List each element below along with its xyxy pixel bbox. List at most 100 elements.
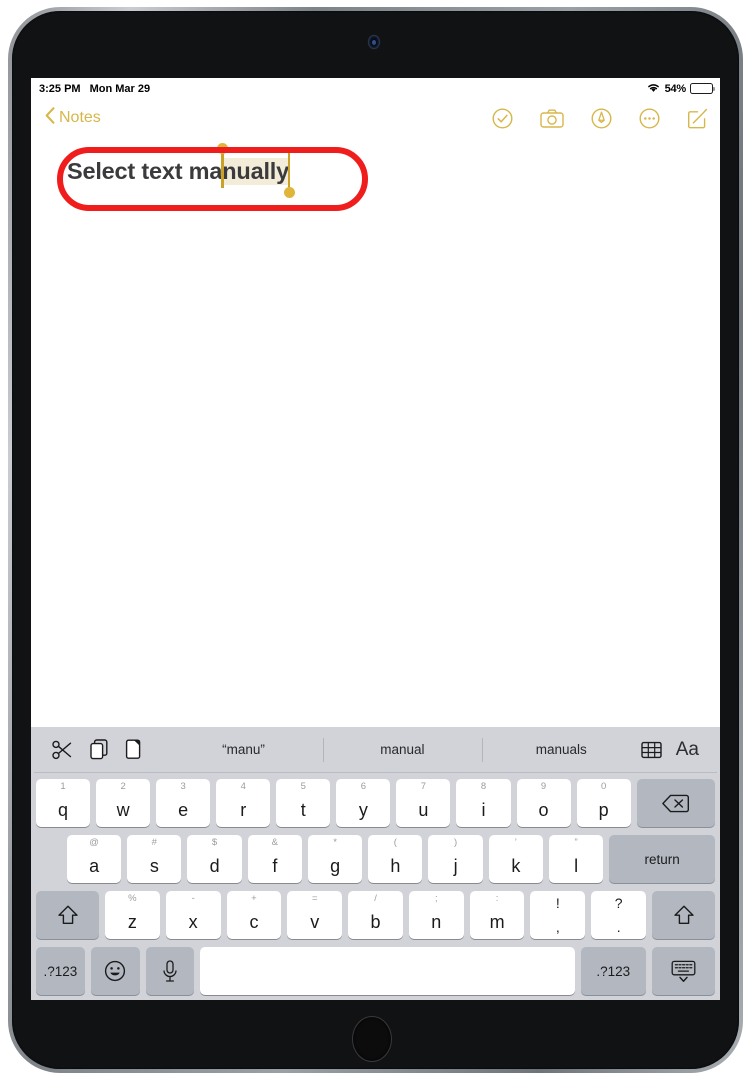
- markup-pen-circle-icon[interactable]: [591, 107, 612, 129]
- key-exclam-comma[interactable]: !,: [530, 891, 586, 939]
- backspace-icon: [662, 794, 690, 813]
- compose-icon[interactable]: [687, 108, 708, 129]
- key-f[interactable]: & f: [247, 835, 302, 883]
- key-p-label: p: [598, 800, 609, 820]
- key-n[interactable]: ; n: [408, 891, 464, 939]
- battery-percent: 54%: [664, 82, 687, 95]
- key-u-alt: 7: [420, 781, 427, 792]
- ipad-screen: 3:25 PM Mon Mar 29 54% Notes Select text…: [31, 78, 720, 1000]
- key-l-alt: ”: [574, 837, 578, 848]
- key-l[interactable]: ” l: [548, 835, 604, 883]
- key-r[interactable]: 4r: [216, 779, 271, 827]
- key-t[interactable]: 5t: [276, 779, 331, 827]
- key-shift-right[interactable]: [652, 891, 716, 939]
- suggestion-2[interactable]: manuals: [481, 727, 641, 773]
- key-s-alt: #: [151, 837, 157, 848]
- front-camera-icon: [369, 36, 379, 48]
- key-o[interactable]: 9o: [516, 779, 571, 827]
- predictive-tools: [34, 739, 144, 760]
- home-button[interactable]: [352, 1016, 392, 1062]
- cut-scissors-icon[interactable]: [52, 740, 74, 760]
- key-l-label: l: [574, 856, 579, 876]
- note-selected-label: nually: [222, 158, 289, 184]
- status-bar: 3:25 PM Mon Mar 29 54%: [31, 78, 720, 99]
- suggestion-1[interactable]: manual: [322, 727, 482, 773]
- key-y[interactable]: 6y: [336, 779, 391, 827]
- key-c[interactable]: + c: [226, 891, 282, 939]
- key-return[interactable]: return: [609, 835, 715, 883]
- key-b[interactable]: / b: [348, 891, 403, 939]
- key-g[interactable]: * g: [307, 835, 363, 883]
- key-d-label: d: [209, 856, 220, 876]
- hide-keyboard-icon: [670, 960, 697, 983]
- suggestion-0[interactable]: “manu”: [164, 727, 323, 773]
- key-y-label: y: [358, 800, 368, 820]
- notes-nav-bar: Notes: [31, 99, 720, 137]
- camera-icon[interactable]: [540, 109, 564, 128]
- copy-icon[interactable]: [90, 739, 109, 760]
- note-text-selected[interactable]: nually: [216, 143, 296, 198]
- predictive-right-tools: Aa: [641, 739, 717, 761]
- keyboard-row-3: % z -x + c = v / b ; n :m !, ?.: [34, 889, 717, 941]
- paste-icon[interactable]: [125, 739, 144, 760]
- chevron-left-icon: [45, 107, 55, 129]
- key-g-label: g: [330, 856, 341, 876]
- key-x-label: x: [188, 912, 198, 932]
- key-v[interactable]: = v: [287, 891, 343, 939]
- key-z-alt: %: [128, 893, 137, 904]
- text-format-icon[interactable]: Aa: [676, 739, 699, 761]
- key-w-label: w: [116, 800, 130, 820]
- key-q[interactable]: 1q: [36, 779, 91, 827]
- note-toolbar: [492, 99, 708, 137]
- key-e[interactable]: 3e: [156, 779, 211, 827]
- checklist-circle-icon[interactable]: [492, 107, 513, 129]
- key-a-alt: @: [89, 837, 99, 848]
- key-a[interactable]: @ a: [66, 835, 122, 883]
- key-z[interactable]: % z: [105, 891, 160, 939]
- key-hide-keyboard[interactable]: [651, 947, 715, 995]
- key-j-alt: ): [453, 837, 458, 848]
- key-c-label: c: [249, 912, 259, 932]
- key-d[interactable]: $ d: [187, 835, 242, 883]
- selection-handle-start[interactable]: [216, 143, 230, 188]
- table-icon[interactable]: [641, 741, 662, 759]
- key-k[interactable]: ’ k: [488, 835, 543, 883]
- status-bar-left: 3:25 PM Mon Mar 29: [39, 83, 150, 95]
- key-t-alt: 5: [300, 781, 306, 792]
- key-question-period[interactable]: ?.: [591, 891, 647, 939]
- key-i[interactable]: 8i: [456, 779, 511, 827]
- key-numbers-right[interactable]: .?123: [580, 947, 646, 995]
- key-h[interactable]: (h: [368, 835, 423, 883]
- key-o-alt: 9: [540, 781, 547, 792]
- key-x[interactable]: -x: [165, 891, 221, 939]
- key-numbers-left[interactable]: .?123: [36, 947, 85, 995]
- key-j[interactable]: ) j: [428, 835, 483, 883]
- keyboard-row-4: .?123 .?123: [34, 945, 717, 997]
- key-emoji[interactable]: [90, 947, 140, 995]
- key-u[interactable]: 7u: [396, 779, 451, 827]
- key-space[interactable]: [200, 947, 575, 995]
- status-bar-right: 54%: [646, 78, 715, 99]
- key-shift-left[interactable]: [36, 891, 99, 939]
- key-e-alt: 3: [180, 781, 186, 792]
- key-q-label: q: [58, 800, 69, 820]
- key-s[interactable]: # s: [127, 835, 182, 883]
- key-m-alt: :: [495, 893, 499, 904]
- key-i-alt: 8: [480, 781, 487, 792]
- key-p[interactable]: 0p: [576, 779, 631, 827]
- note-title[interactable]: Select text ma nually: [67, 143, 296, 198]
- note-content-area[interactable]: Select text ma nually: [31, 137, 720, 786]
- wifi-icon: [646, 82, 661, 96]
- selection-handle-end[interactable]: [282, 153, 296, 198]
- key-microphone[interactable]: [145, 947, 195, 995]
- more-ellipsis-circle-icon[interactable]: [639, 107, 660, 129]
- back-to-notes-button[interactable]: Notes: [45, 107, 101, 129]
- key-backspace[interactable]: [636, 779, 716, 827]
- key-y-alt: 6: [360, 781, 366, 792]
- key-f-alt: &: [271, 837, 278, 848]
- key-b-alt: /: [374, 893, 377, 904]
- status-date: Mon Mar 29: [89, 82, 151, 95]
- key-w[interactable]: 2w: [96, 779, 151, 827]
- key-numbers-left-label: .?123: [43, 963, 78, 979]
- key-m[interactable]: :m: [469, 891, 525, 939]
